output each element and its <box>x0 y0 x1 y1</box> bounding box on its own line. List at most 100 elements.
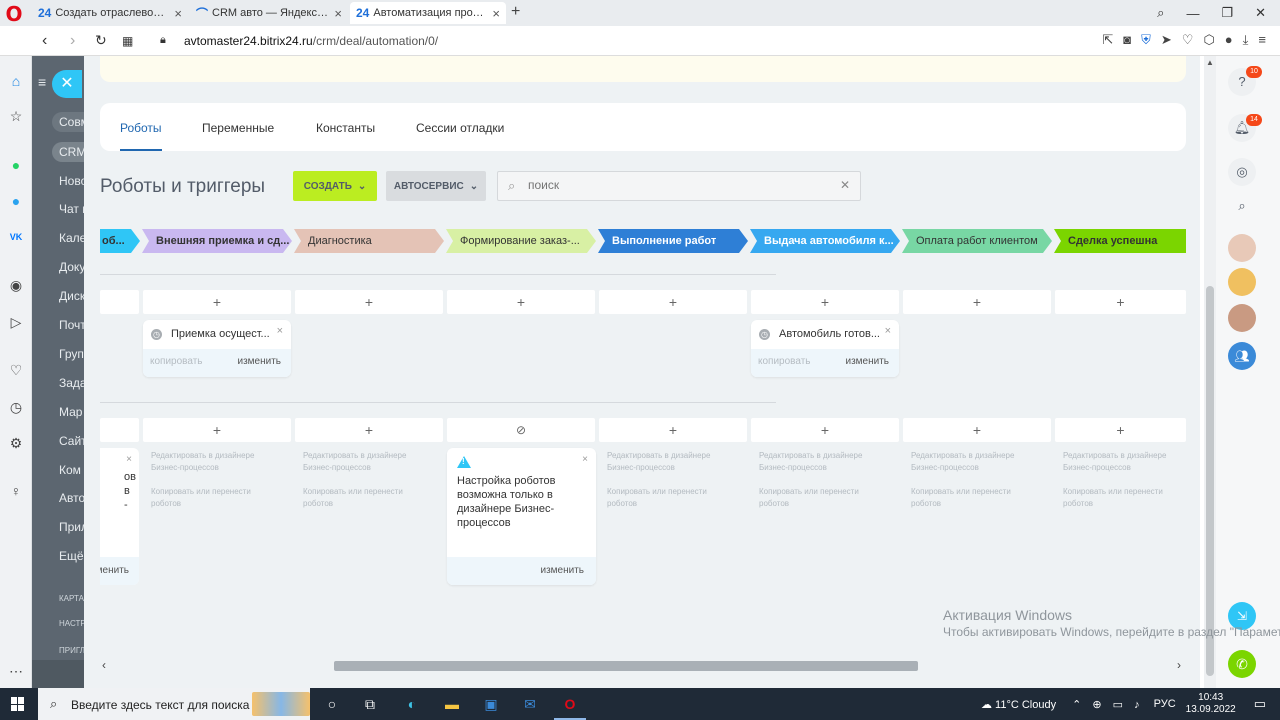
create-button[interactable]: СОЗДАТЬ ⌄ <box>293 171 377 201</box>
edit-link[interactable]: изменить <box>540 565 584 576</box>
heart-icon[interactable]: ♡ <box>1182 32 1194 48</box>
opera-logo-icon[interactable]: O <box>4 4 24 24</box>
menu-item[interactable]: Зада <box>59 376 84 390</box>
category-dropdown[interactable]: АВТОСЕРВИС ⌄ <box>386 171 486 201</box>
hint-line[interactable]: Бизнес-процессов <box>607 462 710 474</box>
vk-icon[interactable]: VK <box>7 228 25 246</box>
hint-line[interactable]: Редактировать в дизайнере <box>1063 450 1166 462</box>
new-tab-icon[interactable]: + <box>511 3 520 21</box>
hint-line[interactable]: роботов <box>911 498 1014 510</box>
add-trigger-button[interactable]: + <box>751 418 899 442</box>
share-icon[interactable]: ⇱ <box>1102 32 1113 48</box>
menu-item[interactable]: Ново <box>59 174 84 188</box>
url-field[interactable]: avtomaster24.bitrix24.ru/crm/deal/automa… <box>184 34 438 48</box>
more-icon[interactable]: ⋯ <box>7 662 25 680</box>
menu-icon[interactable]: ≡ <box>1258 32 1266 48</box>
tips-icon[interactable]: ♀ <box>7 482 25 500</box>
hint-line[interactable]: Бизнес-процессов <box>303 462 406 474</box>
star-icon[interactable]: ☆ <box>7 107 25 125</box>
menu-item[interactable]: Ещё <box>59 549 84 563</box>
clear-search-icon[interactable]: ✕ <box>840 178 850 192</box>
vertical-scrollbar[interactable]: ▲ <box>1204 56 1216 688</box>
hint-line[interactable]: Бизнес-процессов <box>759 462 862 474</box>
menu-item[interactable]: Диск <box>59 289 84 303</box>
copy-robot-link[interactable]: копировать <box>758 356 811 367</box>
flow-icon[interactable]: ▷ <box>7 313 25 331</box>
menu-item[interactable]: Мар <box>59 405 82 419</box>
robot-card[interactable]: ◷ Приемка осущест... × копировать измени… <box>143 320 291 377</box>
delete-robot-icon[interactable]: × <box>885 325 891 337</box>
scroll-right-icon[interactable]: › <box>1177 658 1181 672</box>
menu-item[interactable]: Груп <box>59 347 84 361</box>
menu-item[interactable]: Совм <box>52 112 84 132</box>
hint-line[interactable]: Копировать или перенести <box>911 486 1014 498</box>
add-robot-button[interactable]: + <box>903 290 1051 314</box>
menu-item[interactable]: Чат и <box>59 202 84 216</box>
reload-icon[interactable]: ↻ <box>95 32 107 49</box>
edit-robot-link[interactable]: изменить <box>237 356 281 367</box>
menu-item[interactable]: Кале <box>59 231 84 245</box>
menu-item[interactable]: CRM <box>52 142 84 162</box>
whatsapp-icon[interactable]: ● <box>7 156 25 174</box>
edit-link[interactable]: изменить <box>100 565 129 576</box>
close-slider-button[interactable]: ✕ <box>52 70 82 98</box>
avatar[interactable] <box>1228 268 1256 296</box>
hint-line[interactable]: Копировать или перенести <box>1063 486 1166 498</box>
add-robot-button[interactable]: + <box>295 290 443 314</box>
store-icon[interactable]: ▣ <box>481 694 501 714</box>
clock[interactable]: 10:43 13.09.2022 <box>1186 692 1236 716</box>
menu-small-item[interactable]: КАРТА <box>59 594 84 603</box>
user-block[interactable] <box>32 660 84 688</box>
menu-small-item[interactable]: НАСТР <box>59 619 84 628</box>
history-icon[interactable]: ◷ <box>7 398 25 416</box>
menu-item[interactable]: Почт <box>59 318 84 332</box>
horizontal-scrollbar[interactable]: ‹ › <box>84 656 1200 676</box>
add-robot-button[interactable]: + <box>143 290 291 314</box>
robot-card[interactable]: ◷ Автомобиль готов... × копировать измен… <box>751 320 899 377</box>
download-icon[interactable]: ⤓ <box>1243 32 1249 48</box>
add-robot-button[interactable]: + <box>447 290 595 314</box>
delete-robot-icon[interactable]: × <box>277 325 283 337</box>
hint-line[interactable]: Копировать или перенести <box>759 486 862 498</box>
weather[interactable]: ☁ 11°C Cloudy <box>981 698 1056 711</box>
close-icon[interactable]: × <box>582 454 588 465</box>
add-robot-button[interactable]: + <box>599 290 747 314</box>
hint-line[interactable]: роботов <box>607 498 710 510</box>
close-tab-icon[interactable]: × <box>334 6 342 21</box>
hint-line[interactable]: Бизнес-процессов <box>1063 462 1166 474</box>
tabs-grid-icon[interactable]: ▦ <box>122 34 133 48</box>
browser-tab-1[interactable]: 24 Создать отраслевое реше × <box>32 2 188 24</box>
menu-item[interactable]: Авто <box>59 491 84 505</box>
tab-debug-sessions[interactable]: Сессии отладки <box>416 121 504 135</box>
back-icon[interactable]: ‹ <box>42 32 47 50</box>
chat-icon[interactable]: ◎ <box>1228 158 1256 186</box>
windows-start-icon[interactable] <box>11 697 25 711</box>
add-trigger-button[interactable]: + <box>143 418 291 442</box>
tray-icons[interactable]: ⌃ ⊕ ▭ ♪ <box>1072 698 1144 711</box>
browser-tab-3[interactable]: 24 Автоматизация продаж × <box>350 2 506 24</box>
add-trigger-button[interactable]: + <box>599 418 747 442</box>
hint-line[interactable]: Бизнес-процессов <box>911 462 1014 474</box>
shield-icon[interactable]: ⛨ <box>1141 32 1151 48</box>
telegram-icon[interactable]: ● <box>7 192 25 210</box>
hint-line[interactable]: Копировать или перенести <box>607 486 710 498</box>
close-window-icon[interactable]: ✕ <box>1255 5 1266 21</box>
hint-line[interactable]: Редактировать в дизайнере <box>911 450 1014 462</box>
notifications-icon[interactable]: ▭ <box>1254 696 1266 712</box>
hint-line[interactable]: роботов <box>1063 498 1166 510</box>
cortana-icon[interactable]: ○ <box>322 694 342 714</box>
edge-icon[interactable]: ◐ <box>402 694 422 714</box>
menu-item[interactable]: Прил <box>59 520 84 534</box>
mail-icon[interactable]: ✉ <box>520 694 540 714</box>
avatar[interactable] <box>1228 304 1256 332</box>
add-robot-button[interactable]: + <box>751 290 899 314</box>
hint-line[interactable]: Редактировать в дизайнере <box>303 450 406 462</box>
taskbar-search[interactable]: ⌕ Введите здесь текст для поиска <box>38 688 310 720</box>
tab-constants[interactable]: Константы <box>316 121 375 135</box>
close-tab-icon[interactable]: × <box>492 6 500 21</box>
scroll-up-icon[interactable]: ▲ <box>1206 58 1214 67</box>
hint-line[interactable]: Редактировать в дизайнере <box>607 450 710 462</box>
search-input[interactable] <box>528 178 828 192</box>
add-trigger-button[interactable]: + <box>903 418 1051 442</box>
hint-line[interactable]: Копировать или перенести <box>303 486 406 498</box>
